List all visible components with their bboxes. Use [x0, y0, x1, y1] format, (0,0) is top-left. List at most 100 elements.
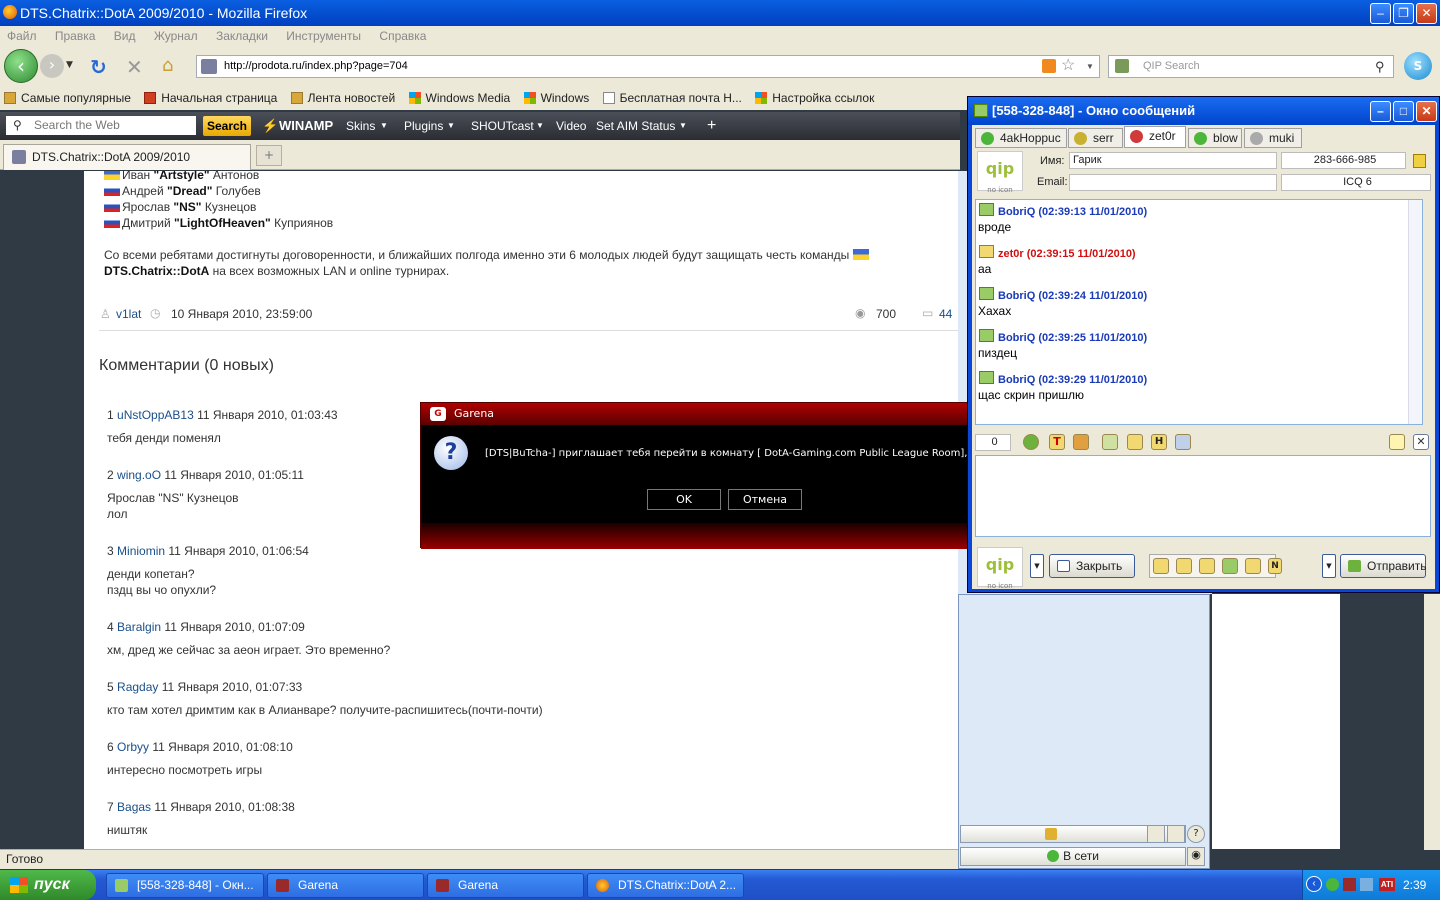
menu-bookmarks[interactable]: Закладки	[216, 29, 268, 43]
search-engine-icon[interactable]	[1115, 59, 1129, 73]
forward-button[interactable]: ›	[40, 54, 64, 78]
ati-tray-icon[interactable]: ATI	[1379, 878, 1395, 891]
web-search-button[interactable]: Search	[203, 116, 251, 136]
bookmark-star-icon[interactable]: ☆	[1061, 55, 1075, 76]
taskbar-item-firefox[interactable]: DTS.Chatrix::DotA 2...	[587, 873, 744, 898]
dropdown-arrow-icon[interactable]: ▼	[380, 112, 388, 140]
transfer-icon[interactable]	[1222, 558, 1238, 574]
dropdown-arrow-icon[interactable]: ▼	[679, 112, 687, 140]
taskbar-item-garena[interactable]: Garena	[267, 873, 424, 898]
tab-active[interactable]: DTS.Chatrix::DotA 2009/2010	[3, 144, 251, 170]
color-icon[interactable]	[1073, 434, 1089, 450]
qip-maximize-button[interactable]: □	[1393, 101, 1414, 122]
taskbar-item-garena-2[interactable]: Garena	[427, 873, 584, 898]
qip-help-icon[interactable]: ?	[1187, 825, 1205, 843]
close-button[interactable]: ✕	[1416, 3, 1437, 24]
menu-history[interactable]: Журнал	[154, 29, 198, 43]
chat-scrollbar[interactable]	[1408, 200, 1422, 424]
history-h-icon[interactable]: H	[1151, 434, 1167, 450]
contact-uin-field[interactable]: 283-666-985	[1281, 152, 1406, 169]
bookmark-news-feed[interactable]: Лента новостей	[290, 86, 395, 110]
close-chat-button[interactable]: Закрыть	[1049, 554, 1135, 578]
comment-user-link[interactable]: uNstOppAB13	[117, 408, 194, 422]
comment-user-link[interactable]: Bagas	[117, 800, 151, 814]
qip-history-icon[interactable]	[1167, 825, 1185, 843]
network-tray-icon[interactable]	[1360, 878, 1373, 891]
list-icon[interactable]	[1176, 558, 1192, 574]
font-icon[interactable]: T	[1049, 434, 1065, 450]
url-dropdown-icon[interactable]: ▼	[1086, 56, 1094, 77]
menu-help[interactable]: Справка	[379, 29, 426, 43]
clear-icon[interactable]: ✕	[1413, 434, 1429, 450]
menu-edit[interactable]: Правка	[55, 29, 96, 43]
contact-info-icon[interactable]	[1413, 154, 1426, 168]
new-tab-button[interactable]: +	[256, 145, 282, 166]
menu-file[interactable]: Файл	[7, 29, 37, 43]
bookmark-most-visited[interactable]: Самые популярные	[4, 86, 131, 110]
quote-icon[interactable]	[1153, 558, 1169, 574]
author-link[interactable]: v1lat	[116, 307, 141, 321]
stop-icon[interactable]: ✕	[126, 55, 143, 79]
image-icon[interactable]	[1175, 434, 1191, 450]
winamp-aim-status-menu[interactable]: Set AIM Status	[596, 112, 675, 140]
add-icon[interactable]: +	[707, 112, 716, 140]
contact-email-field[interactable]	[1069, 174, 1277, 191]
web-search-input[interactable]: ⚲ Search the Web	[6, 116, 196, 135]
comment-user-link[interactable]: Orbyy	[117, 740, 149, 754]
tray-expand-icon[interactable]: ‹	[1306, 876, 1322, 892]
tab-contact-zet0r[interactable]: zet0r	[1124, 126, 1186, 148]
qip-tray-icon[interactable]	[1326, 878, 1339, 891]
winamp-shoutcast-menu[interactable]: SHOUTcast	[471, 112, 534, 140]
qip-status-selector[interactable]: В сети	[960, 847, 1186, 866]
cancel-button[interactable]: Отмена	[728, 489, 802, 510]
qip-minimize-button[interactable]: –	[1370, 101, 1391, 122]
notify-icon[interactable]: N	[1268, 558, 1282, 574]
home-icon[interactable]: ⌂	[162, 55, 173, 76]
tab-contact-serr[interactable]: serr	[1068, 128, 1123, 148]
contact-name-field[interactable]: Гарик	[1069, 152, 1277, 169]
winamp-video-menu[interactable]: Video	[556, 112, 586, 140]
comment-user-link[interactable]: Baralgin	[117, 620, 161, 634]
folder-icon[interactable]	[1127, 434, 1143, 450]
ok-button[interactable]: OK	[647, 489, 721, 510]
history-dropdown-icon[interactable]: ▼	[66, 60, 73, 70]
search-input[interactable]: QIP Search ⚲	[1108, 55, 1394, 78]
rss-icon[interactable]	[1042, 59, 1056, 73]
menu-view[interactable]: Вид	[114, 29, 136, 43]
tab-contact-4akhorpuc[interactable]: 4akНорpuc	[975, 128, 1067, 148]
dropdown-arrow-icon[interactable]: ▼	[1030, 554, 1044, 578]
winamp-menu[interactable]: WINAMP	[279, 112, 333, 140]
translit-icon[interactable]	[1199, 558, 1215, 574]
dropdown-arrow-icon[interactable]: ▼	[1322, 554, 1336, 578]
magnifier-icon[interactable]: ⚲	[1375, 56, 1385, 77]
note-icon[interactable]	[1389, 434, 1405, 450]
taskbar-item-qip[interactable]: [558-328-848] - Окн...	[106, 873, 264, 898]
winamp-plugins-menu[interactable]: Plugins	[404, 112, 443, 140]
url-bar[interactable]: http://prodota.ru/index.php?page=704 ☆ ▼	[196, 55, 1100, 78]
menu-tools[interactable]: Инструменты	[286, 29, 361, 43]
comments-count[interactable]: 44	[939, 307, 952, 321]
dropdown-arrow-icon[interactable]: ▼	[536, 112, 544, 140]
restore-button[interactable]: ❐	[1393, 3, 1414, 24]
start-button[interactable]: пуск	[0, 870, 96, 900]
send-button[interactable]: Отправить	[1340, 554, 1427, 578]
bookmark-windows-media[interactable]: Windows Media	[408, 86, 510, 110]
qip-close-button[interactable]: ✕	[1416, 101, 1437, 122]
smiley-icon[interactable]	[1023, 434, 1039, 450]
bookmark-customize-links[interactable]: Настройка ссылок	[755, 86, 874, 110]
comment-user-link[interactable]: wing.oO	[117, 468, 161, 482]
reload-icon[interactable]: ↻	[90, 55, 107, 79]
qip-eye-icon[interactable]: ◉	[1187, 847, 1205, 866]
back-button[interactable]: ‹	[4, 49, 38, 83]
winamp-skins-menu[interactable]: Skins	[346, 112, 375, 140]
garena-tray-icon[interactable]	[1343, 878, 1356, 891]
comment-user-link[interactable]: Ragday	[117, 680, 158, 694]
bookmark-free-mail[interactable]: Бесплатная почта H...	[602, 86, 742, 110]
minimize-button[interactable]: –	[1370, 3, 1391, 24]
qip-contacts-icon[interactable]	[1147, 825, 1165, 843]
bookmark-windows[interactable]: Windows	[523, 86, 589, 110]
bookmark-start-page[interactable]: Начальная страница	[144, 86, 277, 110]
comment-user-link[interactable]: Miniomin	[117, 544, 165, 558]
dropdown-arrow-icon[interactable]: ▼	[447, 112, 455, 140]
save-icon[interactable]	[1102, 434, 1118, 450]
